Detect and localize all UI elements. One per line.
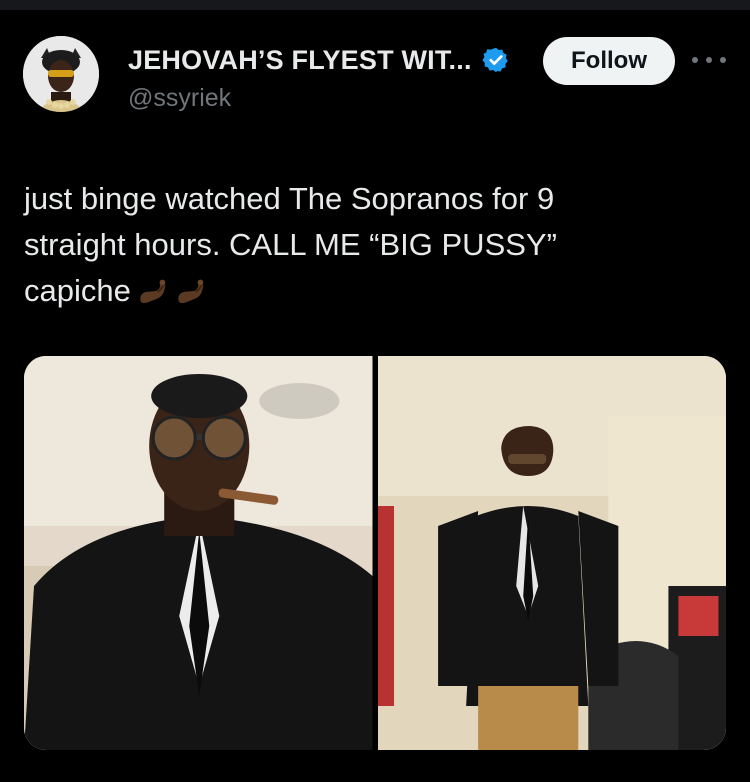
author-handle[interactable]: @ssyriek bbox=[128, 84, 231, 113]
tweet-body: just binge watched The Sopranos for 9 st… bbox=[24, 181, 557, 308]
avatar[interactable] bbox=[23, 36, 99, 112]
photo-2[interactable] bbox=[377, 356, 726, 750]
pinched-fingers-emoji-icon bbox=[178, 279, 204, 304]
media-grid bbox=[24, 356, 726, 750]
dot bbox=[692, 57, 698, 63]
display-name[interactable]: JEHOVAH’S FLYEST WIT... bbox=[128, 45, 472, 76]
tweet-text: just binge watched The Sopranos for 9 st… bbox=[24, 176, 724, 314]
profile-photo bbox=[23, 36, 99, 112]
author-name-row[interactable]: JEHOVAH’S FLYEST WIT... bbox=[128, 42, 510, 78]
more-options-icon[interactable] bbox=[692, 50, 726, 70]
photo-1[interactable] bbox=[24, 356, 373, 750]
dot bbox=[706, 57, 712, 63]
follow-button[interactable]: Follow bbox=[543, 37, 675, 85]
photo-2-image bbox=[377, 356, 726, 750]
top-bar bbox=[0, 0, 750, 10]
photo-1-image bbox=[24, 356, 373, 750]
pinched-fingers-emoji-icon bbox=[140, 279, 166, 304]
verified-badge-icon bbox=[482, 47, 508, 73]
dot bbox=[720, 57, 726, 63]
